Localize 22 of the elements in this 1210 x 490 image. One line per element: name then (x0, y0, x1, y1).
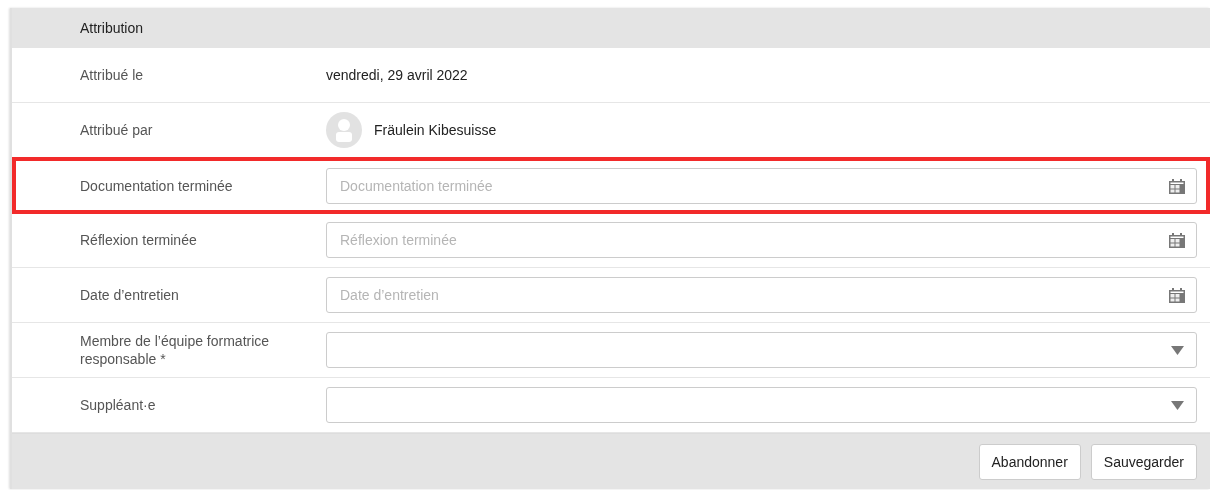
field-label: Attribué par (80, 121, 154, 139)
dropdown-field[interactable] (326, 332, 1197, 368)
save-button[interactable]: Sauvegarder (1090, 443, 1197, 480)
caret-icon[interactable] (1171, 400, 1184, 410)
date-field[interactable]: Date d’entretien (326, 277, 1197, 313)
field-label: Suppléant·e (80, 396, 157, 414)
field-label: Attribué le (80, 66, 145, 84)
field-value: vendredi, 29 avril 2022 (326, 67, 468, 83)
avatar-icon (326, 112, 362, 148)
date-field[interactable]: Réflexion terminée (326, 222, 1197, 258)
date-field[interactable]: Documentation terminée (326, 167, 1197, 204)
calendar-icon[interactable] (1169, 288, 1185, 303)
section-title: Attribution (80, 20, 144, 36)
calendar-icon[interactable] (1169, 233, 1185, 248)
cancel-button[interactable]: Abandonner (978, 443, 1081, 480)
field-label: Réflexion terminée (80, 231, 198, 249)
user-name: Fräulein Kibesuisse (374, 122, 497, 138)
field-label: Documentation terminée (80, 176, 234, 195)
field-label: Membre de l’équipe formatrice responsable * (80, 332, 271, 368)
dropdown-field[interactable] (326, 387, 1197, 423)
field-label: Date d’entretien (80, 286, 180, 304)
caret-icon[interactable] (1171, 345, 1184, 355)
